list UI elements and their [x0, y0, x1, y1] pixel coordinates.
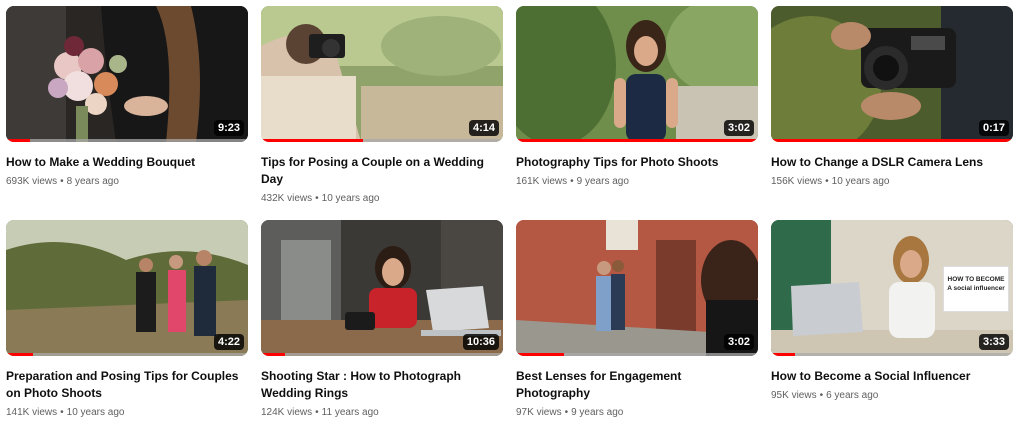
view-count: 161K views [516, 176, 568, 187]
thumbnail-image [771, 6, 1013, 142]
watch-progress-fill [516, 139, 758, 142]
thumbnail-image [261, 6, 503, 142]
video-meta: 156K views • 10 years ago [771, 175, 1013, 189]
view-count: 141K views [6, 407, 58, 418]
watch-progress-fill [6, 139, 31, 142]
upload-age: 10 years ago [831, 176, 890, 187]
video-card-photo-shoot-tips[interactable]: 3:02 Photography Tips for Photo Shoots 1… [516, 6, 758, 189]
watch-progress-track [516, 353, 758, 356]
video-thumbnail[interactable]: 3:02 [516, 6, 758, 142]
watch-progress-fill [6, 353, 33, 356]
video-thumbnail[interactable]: 9:23 [6, 6, 248, 142]
meta-separator: • [570, 176, 574, 187]
video-card-engagement-lenses[interactable]: 3:02 Best Lenses for Engagement Photogra… [516, 220, 758, 420]
thumbnail-image [516, 6, 758, 142]
meta-separator: • [315, 407, 319, 418]
watch-progress-track [516, 139, 758, 142]
video-thumbnail[interactable]: 10:36 [261, 220, 503, 356]
upload-age: 11 years ago [321, 407, 379, 418]
watch-progress-track [261, 353, 503, 356]
video-meta: 95K views • 6 years ago [771, 389, 1013, 403]
video-title[interactable]: How to Make a Wedding Bouquet [6, 154, 248, 171]
video-thumbnail[interactable]: 3:02 [516, 220, 758, 356]
duration-badge: 9:23 [213, 120, 244, 136]
watch-progress-track [771, 353, 1013, 356]
view-count: 124K views [261, 407, 313, 418]
watch-progress-fill [771, 353, 796, 356]
view-count: 156K views [771, 176, 823, 187]
duration-badge: 3:02 [723, 334, 754, 350]
watch-progress-fill [261, 139, 363, 142]
watch-progress-fill [771, 139, 1013, 142]
video-thumbnail[interactable]: 4:22 [6, 220, 248, 356]
meta-separator: • [819, 390, 824, 401]
meta-separator: • [315, 193, 319, 204]
thumbnail-image [6, 220, 248, 356]
upload-age: 8 years ago [66, 176, 119, 187]
video-title[interactable]: How to Become a Social Influencer [771, 368, 1013, 385]
meta-separator: • [825, 176, 829, 187]
duration-badge: 3:33 [978, 334, 1009, 350]
watch-progress-track [261, 139, 503, 142]
duration-badge: 3:02 [723, 120, 754, 136]
video-meta: 124K views • 11 years ago [261, 406, 503, 420]
video-thumbnail[interactable]: 0:17 [771, 6, 1013, 142]
view-count: 95K views [771, 390, 817, 401]
video-card-posing-couple[interactable]: 4:14 Tips for Posing a Couple on a Weddi… [261, 6, 503, 206]
watch-progress-fill [261, 353, 286, 356]
video-card-wedding-rings[interactable]: 10:36 Shooting Star : How to Photograph … [261, 220, 503, 420]
meta-separator: • [60, 407, 64, 418]
duration-badge: 0:17 [978, 120, 1009, 136]
video-card-dslr-lens[interactable]: 0:17 How to Change a DSLR Camera Lens 15… [771, 6, 1013, 189]
video-title[interactable]: Photography Tips for Photo Shoots [516, 154, 758, 171]
thumbnail-image [6, 6, 248, 142]
video-thumbnail[interactable]: HOW TO BECOME A social influencer 3:33 [771, 220, 1013, 356]
video-meta: 693K views • 8 years ago [6, 175, 248, 189]
duration-badge: 10:36 [462, 334, 499, 350]
video-meta: 161K views • 9 years ago [516, 175, 758, 189]
duration-badge: 4:22 [213, 334, 244, 350]
upload-age: 9 years ago [576, 176, 629, 187]
video-meta: 141K views • 10 years ago [6, 406, 248, 420]
video-meta: 97K views • 9 years ago [516, 406, 758, 420]
upload-age: 10 years ago [66, 407, 125, 418]
video-card-wedding-bouquet[interactable]: 9:23 How to Make a Wedding Bouquet 693K … [6, 6, 248, 189]
video-title[interactable]: Shooting Star : How to Photograph Weddin… [261, 368, 503, 402]
video-title[interactable]: Preparation and Posing Tips for Couples … [6, 368, 248, 402]
video-thumbnail[interactable]: 4:14 [261, 6, 503, 142]
view-count: 97K views [516, 407, 562, 418]
video-card-social-influencer[interactable]: HOW TO BECOME A social influencer 3:33 H… [771, 220, 1013, 403]
upload-age: 6 years ago [826, 390, 879, 401]
duration-badge: 4:14 [468, 120, 499, 136]
watch-progress-track [6, 139, 248, 142]
meta-separator: • [564, 407, 569, 418]
thumbnail-caption: HOW TO BECOME A social influencer [943, 266, 1009, 312]
view-count: 432K views [261, 193, 313, 204]
watch-progress-track [771, 139, 1013, 142]
meta-separator: • [60, 176, 64, 187]
video-meta: 432K views • 10 years ago [261, 192, 503, 206]
upload-age: 10 years ago [321, 193, 380, 204]
video-card-couples-posing[interactable]: 4:22 Preparation and Posing Tips for Cou… [6, 220, 248, 420]
thumbnail-image [516, 220, 758, 356]
view-count: 693K views [6, 176, 58, 187]
video-title[interactable]: How to Change a DSLR Camera Lens [771, 154, 1013, 171]
watch-progress-track [6, 353, 248, 356]
video-title[interactable]: Best Lenses for Engagement Photography [516, 368, 758, 402]
video-title[interactable]: Tips for Posing a Couple on a Wedding Da… [261, 154, 503, 188]
upload-age: 9 years ago [571, 407, 624, 418]
watch-progress-fill [516, 353, 565, 356]
